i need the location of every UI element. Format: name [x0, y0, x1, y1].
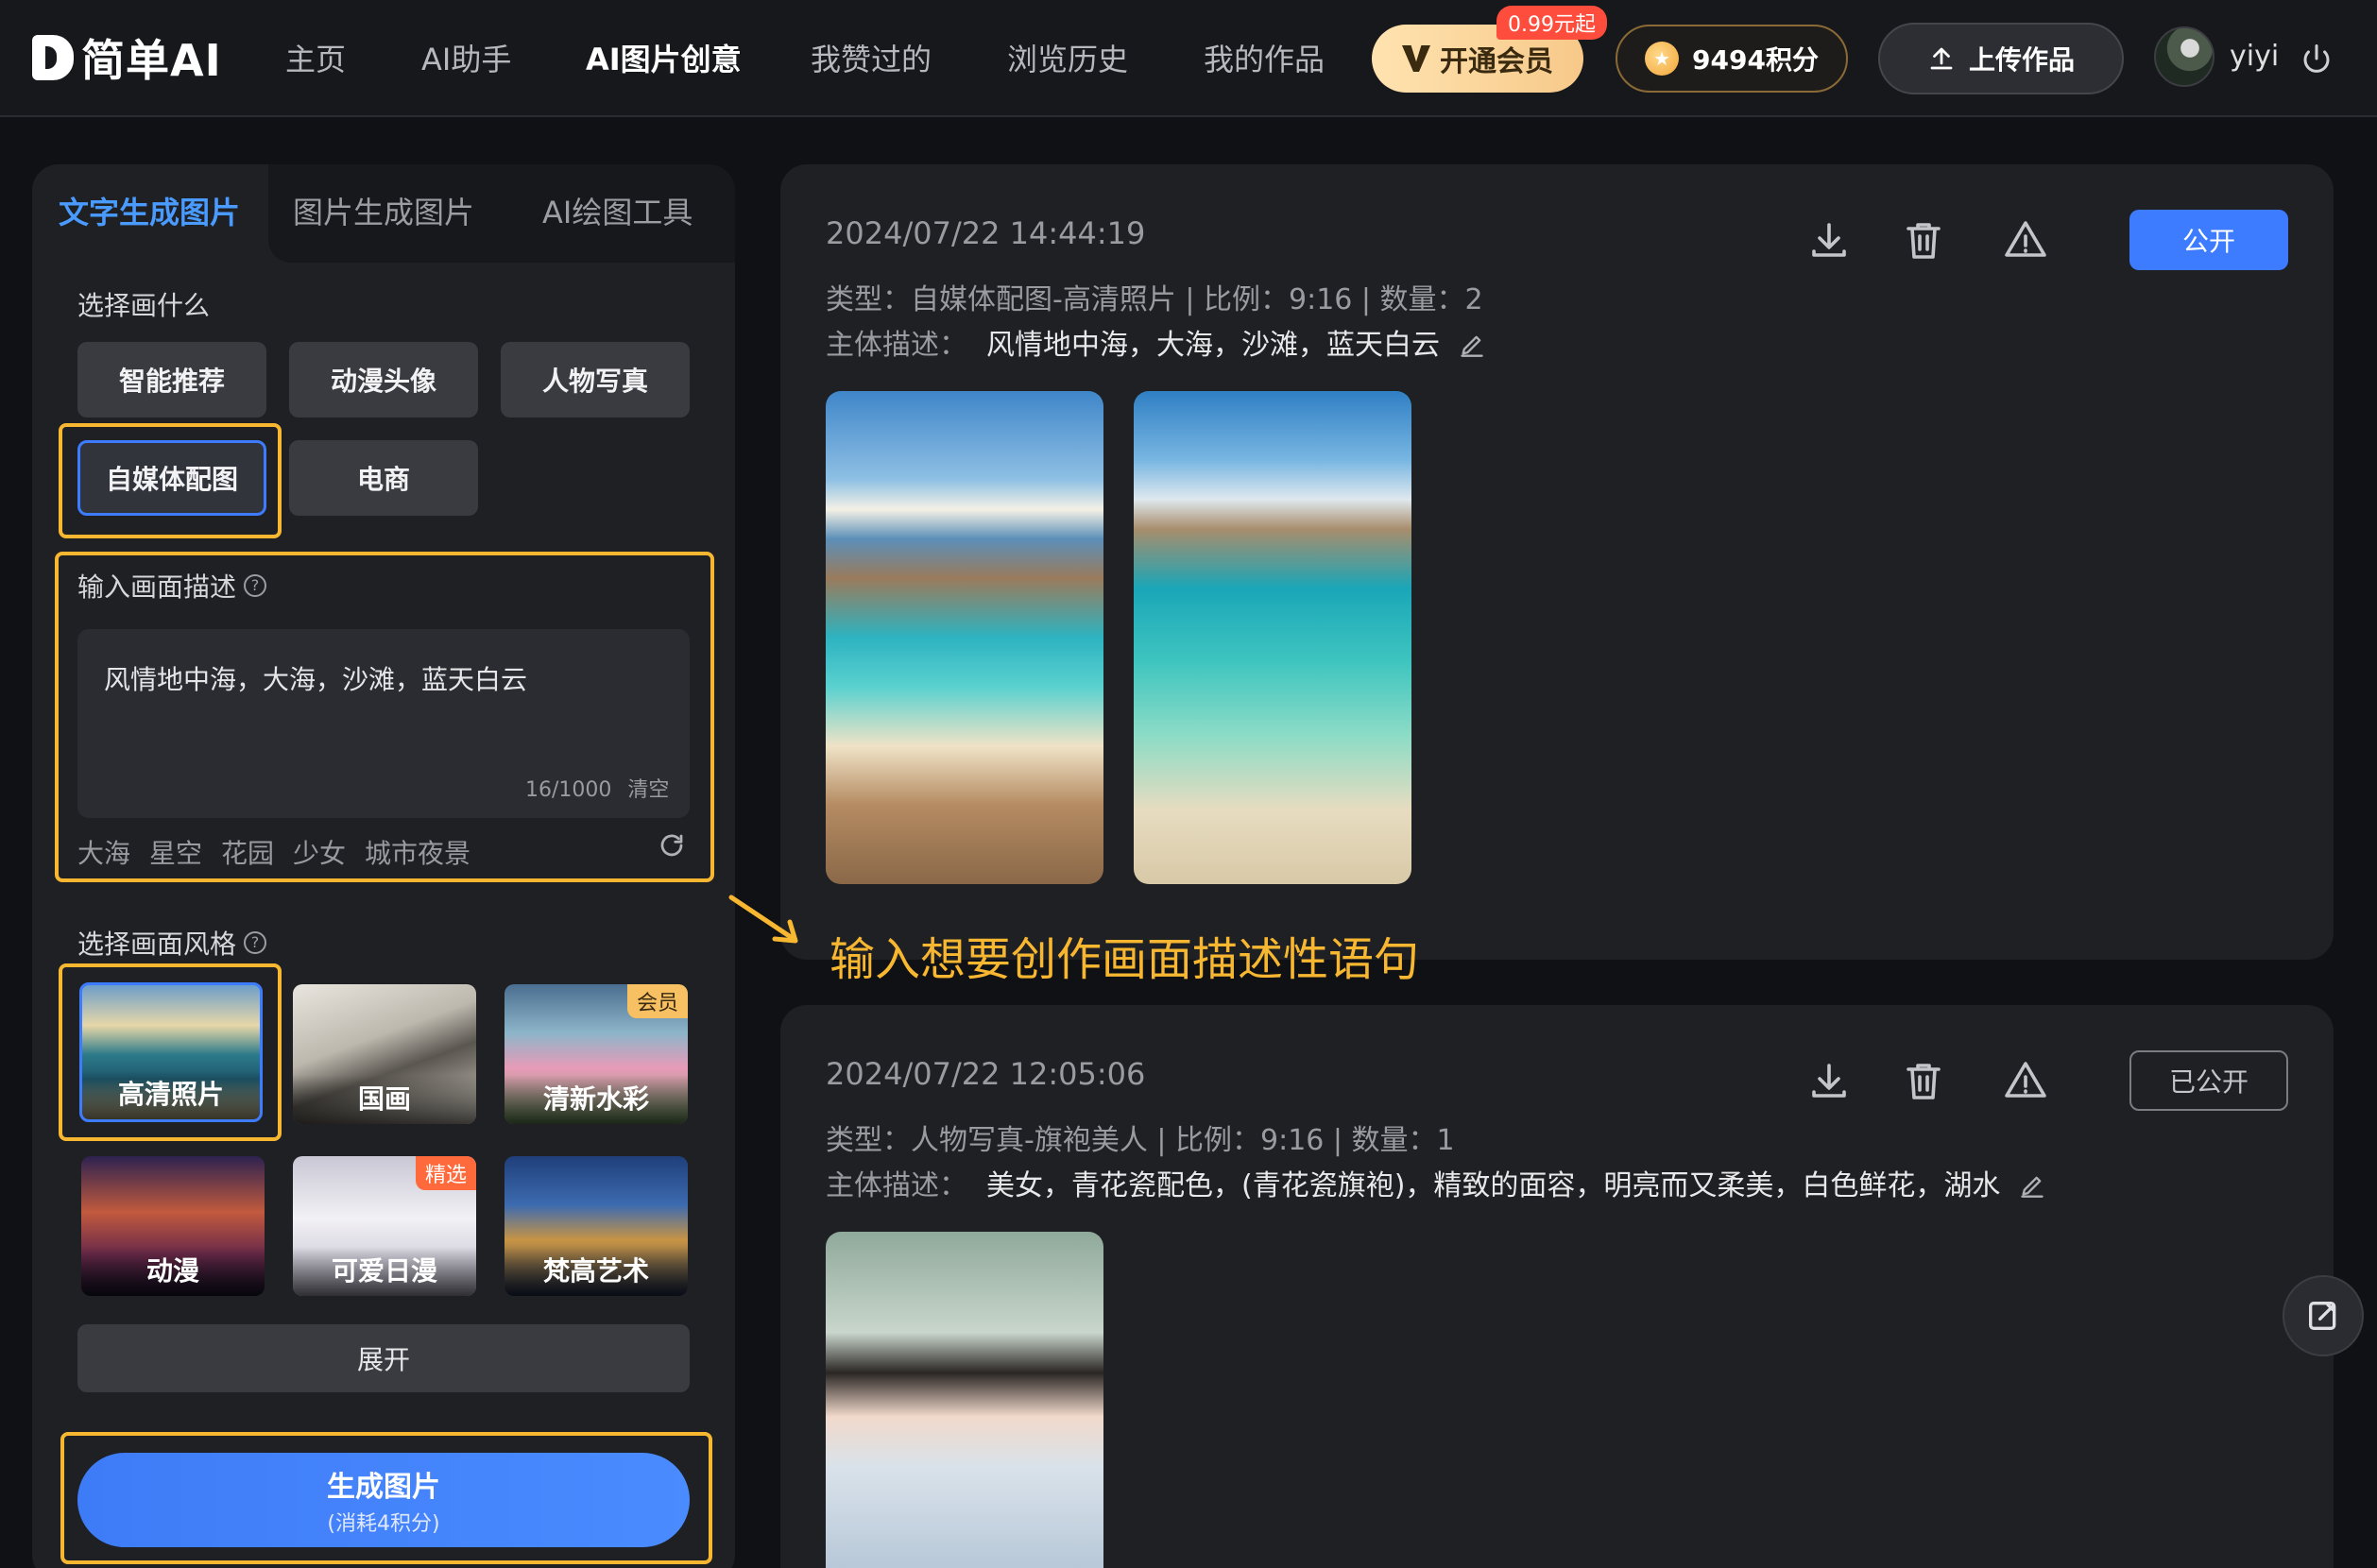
section-label-what: 选择画什么: [77, 290, 211, 321]
username[interactable]: yiyi: [2230, 40, 2279, 73]
section-label-style: 选择画面风格 ?: [77, 924, 267, 962]
category-ecommerce[interactable]: 电商: [289, 440, 478, 516]
annotation-text: 输入想要创作画面描述性语句: [829, 933, 1420, 986]
annotation-arrow-icon: [728, 895, 798, 944]
prompt-counter: 16/1000 清空: [525, 773, 669, 803]
warning-icon[interactable]: [2003, 217, 2048, 263]
vip-price-badge: 0.99元起: [1496, 6, 1607, 40]
style-card-label: 梵高艺术: [504, 1247, 688, 1296]
suggestion-tag[interactable]: 花园: [221, 833, 274, 871]
trash-icon[interactable]: [1901, 217, 1946, 263]
section-label-style-text: 选择画面风格: [77, 929, 237, 960]
category-anime-avatar[interactable]: 动漫头像: [289, 342, 478, 418]
edit-note-icon: [2309, 1302, 2336, 1330]
nav-item-ai-assistant[interactable]: AI助手: [421, 36, 511, 79]
nav-item-history[interactable]: 浏览历史: [1007, 36, 1128, 79]
member-badge: 会员: [626, 984, 688, 1018]
nav-item-liked[interactable]: 我赞过的: [811, 36, 932, 79]
style-card-van-gogh[interactable]: 梵高艺术: [504, 1156, 688, 1296]
card-time: 2024/07/22 14:44:19: [826, 215, 1146, 251]
highlight-box-category: [59, 423, 282, 538]
card-desc-value: 美女，青花瓷配色，(青花瓷旗袍)，精致的面容，明亮而又柔美，白色鲜花，湖水: [986, 1169, 2001, 1202]
power-icon[interactable]: [2300, 42, 2334, 76]
card-desc-label: 主体描述：: [826, 329, 967, 362]
card-time: 2024/07/22 12:05:06: [826, 1056, 1146, 1092]
result-image[interactable]: [826, 391, 1103, 884]
warning-icon[interactable]: [2003, 1058, 2048, 1103]
style-card-cute-anime[interactable]: 精选 可爱日漫: [293, 1156, 476, 1296]
points-label: 9494积分: [1692, 44, 1819, 76]
card-meta: 类型：人物写真-旗袍美人 | 比例：9:16 | 数量：1: [826, 1124, 1455, 1157]
upload-icon: [1930, 47, 1953, 70]
download-icon[interactable]: [1806, 1058, 1852, 1103]
logo-mark-icon: [32, 35, 74, 80]
tab-text-to-image[interactable]: 文字生成图片: [59, 189, 240, 232]
logo[interactable]: 简单AI: [32, 28, 222, 87]
generate-cost: (消耗4积分): [327, 1512, 440, 1536]
help-circle-icon[interactable]: ?: [244, 931, 267, 954]
download-icon[interactable]: [1806, 217, 1852, 263]
category-smart-recommend[interactable]: 智能推荐: [77, 342, 266, 418]
floating-edit-button[interactable]: [2283, 1275, 2364, 1356]
public-button[interactable]: 公开: [2129, 210, 2288, 270]
suggestion-tag[interactable]: 城市夜景: [365, 833, 470, 871]
points-button[interactable]: 9494积分: [1616, 25, 1848, 93]
card-meta: 类型：自媒体配图-高清照片 | 比例：9:16 | 数量：2: [826, 283, 1483, 316]
style-card-hd-photo[interactable]: 高清照片: [79, 982, 263, 1122]
nav-item-ai-image-creative[interactable]: AI图片创意: [586, 36, 742, 79]
prompt-value[interactable]: 风情地中海，大海，沙滩，蓝天白云: [104, 659, 527, 697]
pencil-icon[interactable]: [2019, 1172, 2045, 1199]
nav-item-my-works[interactable]: 我的作品: [1204, 36, 1325, 79]
tab-image-to-image[interactable]: 图片生成图片: [293, 189, 474, 232]
clear-button[interactable]: 清空: [627, 778, 669, 802]
pencil-icon[interactable]: [1459, 332, 1485, 358]
vip-icon: [1402, 45, 1430, 72]
card-description: 主体描述： 美女，青花瓷配色，(青花瓷旗袍)，精致的面容，明亮而又柔美，白色鲜花，…: [826, 1162, 2045, 1203]
card-desc-value: 风情地中海，大海，沙滩，蓝天白云: [986, 329, 1440, 362]
vip-label: 开通会员: [1440, 45, 1553, 78]
generate-label: 生成图片: [327, 1471, 440, 1504]
help-circle-icon[interactable]: ?: [244, 574, 267, 597]
section-label-desc: 输入画面描述 ?: [77, 567, 267, 605]
prompt-counter-value: 16/1000: [525, 778, 612, 802]
suggestion-tag[interactable]: 少女: [293, 833, 346, 871]
published-button[interactable]: 已公开: [2129, 1050, 2288, 1111]
style-card-label: 高清照片: [82, 1070, 260, 1119]
featured-badge: 精选: [415, 1156, 476, 1190]
upload-button[interactable]: 上传作品: [1878, 23, 2124, 94]
suggestion-tag[interactable]: 大海: [77, 833, 130, 871]
style-card-label: 清新水彩: [504, 1075, 688, 1124]
style-card-watercolor[interactable]: 会员 清新水彩: [504, 984, 688, 1124]
style-card-label: 可爱日漫: [293, 1247, 476, 1296]
category-portrait[interactable]: 人物写真: [501, 342, 690, 418]
style-card-label: 国画: [293, 1075, 476, 1124]
card-desc-label: 主体描述：: [826, 1169, 967, 1202]
trash-icon[interactable]: [1901, 1058, 1946, 1103]
logo-text: 简单AI: [81, 35, 222, 86]
result-image[interactable]: [826, 1232, 1103, 1568]
section-label-desc-text: 输入画面描述: [77, 571, 237, 603]
suggestion-tag[interactable]: 星空: [149, 833, 202, 871]
expand-button[interactable]: 展开: [77, 1324, 690, 1392]
style-card-anime[interactable]: 动漫: [81, 1156, 265, 1296]
nav-item-home[interactable]: 主页: [285, 36, 346, 79]
refresh-icon[interactable]: [658, 831, 686, 860]
coin-icon: [1645, 42, 1680, 76]
card-description: 主体描述： 风情地中海，大海，沙滩，蓝天白云: [826, 321, 1485, 363]
avatar[interactable]: [2154, 26, 2215, 87]
style-card-chinese-painting[interactable]: 国画: [293, 984, 476, 1124]
generate-button[interactable]: 生成图片 (消耗4积分): [77, 1453, 690, 1547]
result-image[interactable]: [1134, 391, 1411, 884]
tab-ai-drawing-tools[interactable]: AI绘图工具: [542, 189, 693, 232]
upload-label: 上传作品: [1968, 44, 2075, 76]
style-card-label: 动漫: [81, 1247, 265, 1296]
